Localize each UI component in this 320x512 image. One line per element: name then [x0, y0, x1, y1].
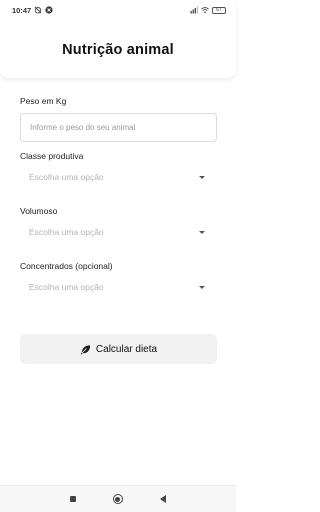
calculate-diet-button[interactable]: Calcular dieta: [20, 334, 217, 364]
diet-form: Peso em Kg Classe produtiva Escolha uma …: [20, 96, 217, 302]
roughage-placeholder: Escolha uma opção: [29, 227, 104, 237]
productive-class-select[interactable]: Escolha uma opção: [20, 162, 217, 192]
back-button[interactable]: [157, 493, 169, 505]
roughage-label: Volumoso: [20, 206, 58, 216]
system-nav-bar: [0, 485, 236, 512]
home-icon: [112, 494, 123, 504]
signal-icon: [190, 6, 198, 14]
status-time: 10:47: [12, 5, 32, 15]
battery-icon: 67: [212, 6, 226, 14]
leaf-icon: [80, 344, 91, 355]
chevron-down-icon: [199, 285, 205, 289]
productive-class-placeholder: Escolha uma opção: [29, 172, 104, 182]
status-right: 67: [190, 6, 226, 14]
calculate-diet-label: Calcular dieta: [95, 343, 158, 355]
chevron-down-icon: [199, 175, 205, 179]
concentrates-select[interactable]: Escolha uma opção: [20, 272, 217, 302]
weight-label: Peso em Kg: [20, 96, 67, 106]
weight-input[interactable]: [20, 113, 217, 142]
page-title: Nutrição animal: [62, 42, 174, 58]
alarm-off-icon: [34, 6, 42, 14]
productive-class-label: Classe produtiva: [20, 151, 84, 161]
status-bar: 10:47 67: [0, 0, 236, 20]
concentrates-label: Concentrados (opcional): [20, 261, 113, 271]
wifi-icon: [201, 6, 209, 14]
back-icon: [160, 495, 167, 503]
notification-app-icon: [45, 6, 53, 14]
roughage-select[interactable]: Escolha uma opção: [20, 217, 217, 247]
concentrates-placeholder: Escolha uma opção: [29, 282, 104, 292]
status-left: 10:47: [12, 6, 53, 15]
recent-apps-icon: [69, 496, 76, 502]
recent-apps-button[interactable]: [67, 493, 79, 505]
home-button[interactable]: [112, 493, 124, 505]
chevron-down-icon: [199, 230, 205, 234]
